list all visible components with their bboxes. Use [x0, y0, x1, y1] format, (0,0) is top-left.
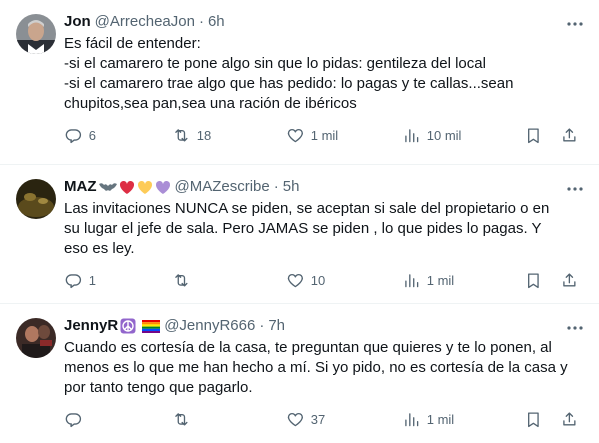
like-count: 10: [310, 272, 326, 288]
bookmark-icon: [528, 412, 539, 428]
reply-icon: [65, 129, 81, 144]
bookmark-button[interactable]: [524, 126, 543, 145]
timestamp[interactable]: 7h: [268, 316, 285, 336]
tweet-text: Cuando es cortesía de la casa, te pregun…: [64, 339, 568, 396]
more-icon[interactable]: [565, 14, 585, 34]
like-count: 1 mil: [310, 127, 339, 143]
like-button[interactable]: 10: [286, 271, 325, 290]
author-handle[interactable]: @MAZescribe: [175, 177, 270, 197]
tweet-header: MAZ @MAZescribe · 5h: [64, 177, 583, 197]
reply-icon: [65, 274, 81, 289]
share-icon: [563, 412, 576, 426]
share-button[interactable]: [560, 271, 579, 290]
heart-icon: [287, 128, 303, 143]
timestamp[interactable]: 5h: [283, 177, 300, 197]
retweet-button[interactable]: [172, 410, 197, 429]
retweet-icon: [175, 413, 188, 426]
separator-dot: ·: [198, 13, 204, 30]
reply-button[interactable]: 6: [64, 126, 96, 145]
author-handle[interactable]: @ArrecheaJon: [95, 12, 195, 32]
views-count: 1 mil: [426, 411, 455, 427]
retweet-icon: [175, 129, 188, 142]
views-button[interactable]: 1 mil: [402, 271, 454, 290]
reply-button[interactable]: 1: [64, 271, 96, 290]
tweet-header: Jon @ArrecheaJon · 6h: [64, 12, 583, 32]
tweet[interactable]: JennyR @JennyR666 · 7h Cuando es cortesí…: [0, 304, 599, 443]
author-handle[interactable]: @JennyR666: [164, 316, 255, 336]
avatar[interactable]: [16, 179, 56, 219]
views-button[interactable]: 10 mil: [402, 126, 461, 145]
share-icon: [563, 273, 576, 287]
views-button[interactable]: 1 mil: [402, 410, 454, 429]
author-name[interactable]: Jon: [64, 12, 91, 32]
separator-dot: ·: [259, 317, 265, 334]
tweet-text: Es fácil de entender: -si el camarero te…: [64, 35, 514, 112]
like-count: 37: [310, 411, 326, 427]
avatar[interactable]: [16, 14, 56, 54]
reply-button[interactable]: [64, 410, 89, 429]
bookmark-button[interactable]: [524, 271, 543, 290]
like-button[interactable]: 1 mil: [286, 126, 338, 145]
views-icon: [405, 413, 419, 427]
retweet-count: 18: [196, 127, 212, 143]
timestamp[interactable]: 6h: [208, 12, 225, 32]
author-name[interactable]: JennyR: [64, 316, 118, 336]
reply-count: 1: [88, 272, 96, 288]
purple-heart-emoji: [155, 180, 171, 195]
bookmark-icon: [528, 128, 539, 144]
peace-symbol-emoji: [120, 318, 136, 334]
views-count: 1 mil: [426, 272, 455, 288]
tweet[interactable]: MAZ @MAZescribe · 5h Las invitaciones NU…: [0, 165, 599, 304]
bookmark-icon: [528, 273, 539, 289]
yellow-heart-emoji: [137, 180, 153, 195]
heart-icon: [287, 412, 303, 427]
views-icon: [405, 274, 419, 288]
more-icon[interactable]: [565, 179, 585, 199]
bookmark-button[interactable]: [524, 410, 543, 429]
bat-emoji: [98, 180, 117, 194]
share-button[interactable]: [560, 126, 579, 145]
like-button[interactable]: 37: [286, 410, 325, 429]
views-count: 10 mil: [426, 127, 462, 143]
reply-feed: Jon @ArrecheaJon · 6h Es fácil de entend…: [0, 0, 599, 443]
retweet-button[interactable]: [172, 271, 197, 290]
share-button[interactable]: [560, 410, 579, 429]
tweet[interactable]: Jon @ArrecheaJon · 6h Es fácil de entend…: [0, 0, 599, 165]
separator-dot: ·: [273, 178, 279, 195]
more-icon[interactable]: [565, 318, 585, 338]
author-name[interactable]: MAZ: [64, 177, 97, 197]
tweet-text: Las invitaciones NUNCA se piden, se acep…: [64, 200, 550, 257]
reply-count: 6: [88, 127, 96, 143]
views-icon: [405, 129, 419, 143]
action-bar: 6 18 1 mil 10 mil: [64, 120, 583, 152]
heart-icon: [287, 273, 303, 288]
retweet-button[interactable]: 18: [172, 126, 211, 145]
reply-icon: [65, 413, 81, 428]
tweet-header: JennyR @JennyR666 · 7h: [64, 316, 583, 336]
action-bar: 37 1 mil: [64, 404, 583, 436]
rainbow-flag-emoji: [142, 319, 161, 333]
red-heart-emoji: [119, 180, 135, 195]
avatar[interactable]: [16, 318, 56, 358]
retweet-icon: [175, 274, 188, 287]
share-icon: [563, 128, 576, 142]
action-bar: 1 10 1 mil: [64, 265, 583, 297]
